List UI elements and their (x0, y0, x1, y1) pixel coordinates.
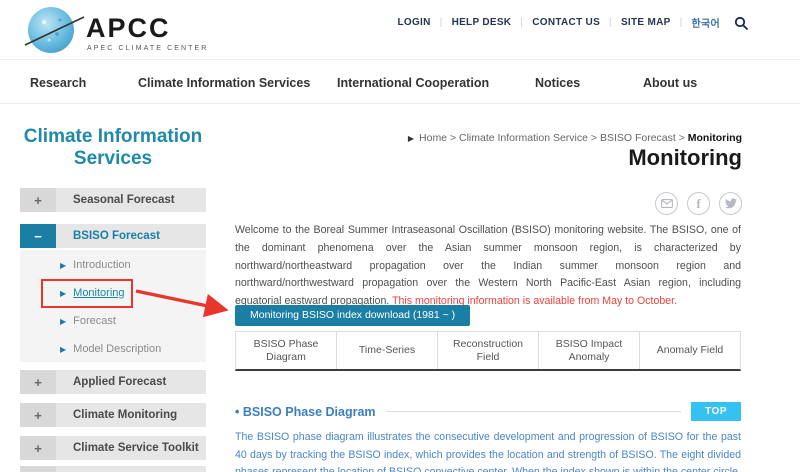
breadcrumb-bsiso-forecast[interactable]: BSISO Forecast (588, 132, 676, 144)
breadcrumb: ▶ Home Climate Information Service BSISO… (408, 132, 742, 144)
twitter-share-icon[interactable] (719, 192, 742, 215)
sidebar-item-label: Climate Monitoring (56, 403, 206, 427)
sidebar-item-climate-monitoring[interactable]: + Climate Monitoring (20, 403, 206, 427)
scroll-to-top-button[interactable]: TOP (691, 402, 741, 421)
breadcrumb-current: Monitoring (676, 132, 742, 144)
expand-icon[interactable]: + (20, 370, 56, 394)
nav-research[interactable]: Research (30, 76, 86, 90)
korean-language-link[interactable]: 한국어 (692, 15, 721, 30)
submenu-label: Forecast (73, 315, 116, 327)
svg-text:APCC: APCC (86, 13, 171, 43)
email-share-icon[interactable] (655, 192, 678, 215)
chevron-right-icon: ▶ (60, 289, 66, 298)
sidebar-item-label: Climate Service Toolkit (56, 436, 206, 460)
phase-diagram-section-header: BSISO Phase Diagram TOP (235, 402, 741, 421)
breadcrumb-home[interactable]: Home (419, 132, 447, 144)
collapse-icon[interactable]: − (20, 224, 56, 248)
top-bar: APCC APEC CLIMATE CENTER LOGIN | HELP DE… (0, 0, 800, 60)
search-icon[interactable] (734, 16, 748, 30)
svg-text:APEC CLIMATE CENTER: APEC CLIMATE CENTER (87, 45, 208, 52)
tab-anomaly-field[interactable]: Anomaly Field (639, 332, 740, 369)
globe-icon: APCC APEC CLIMATE CENTER (24, 4, 214, 56)
sidebar-item-climate-service-toolkit[interactable]: + Climate Service Toolkit (20, 436, 206, 460)
sidebar-item-label: Applied Forecast (56, 370, 206, 394)
apcc-logo[interactable]: APCC APEC CLIMATE CENTER (24, 4, 214, 56)
nav-international-cooperation[interactable]: International Cooperation (337, 76, 489, 90)
facebook-share-icon[interactable]: f (687, 192, 710, 215)
bsiso-forecast-submenu: ▶ Introduction ▶ Monitoring ▶ Forecast ▶… (20, 250, 206, 362)
divider: | (609, 17, 612, 28)
help-desk-link[interactable]: HELP DESK (452, 17, 512, 28)
monitoring-tabs: BSISO Phase Diagram Time-Series Reconstr… (235, 331, 741, 371)
site-map-link[interactable]: SITE MAP (621, 17, 671, 28)
breadcrumb-arrow-icon: ▶ (408, 134, 414, 143)
intro-paragraph: Welcome to the Boreal Summer Intraseason… (235, 222, 741, 311)
sidebar-item-partial (20, 466, 206, 472)
tab-time-series[interactable]: Time-Series (336, 332, 437, 369)
breadcrumb-climate-information-service[interactable]: Climate Information Service (447, 132, 588, 144)
sidebar-item-applied-forecast[interactable]: + Applied Forecast (20, 370, 206, 394)
chevron-right-icon: ▶ (60, 261, 66, 270)
login-link[interactable]: LOGIN (397, 17, 430, 28)
nav-notices[interactable]: Notices (535, 76, 580, 90)
divider (386, 411, 682, 412)
main-nav: Research Climate Information Services In… (0, 60, 800, 104)
chevron-right-icon: ▶ (60, 345, 66, 354)
sidebar-item-label: Seasonal Forecast (56, 188, 206, 212)
bsiso-index-download-button[interactable]: Monitoring BSISO index download (1981 ~ … (235, 305, 470, 326)
phase-diagram-heading: BSISO Phase Diagram (235, 405, 376, 419)
divider: | (440, 17, 443, 28)
contact-us-link[interactable]: CONTACT US (532, 17, 600, 28)
expand-icon[interactable]: + (20, 188, 56, 212)
submenu-monitoring[interactable]: ▶ Monitoring (60, 287, 125, 299)
submenu-forecast[interactable]: ▶ Forecast (60, 315, 116, 327)
chevron-right-icon: ▶ (60, 317, 66, 326)
divider: | (680, 17, 683, 28)
page-title: Monitoring (628, 145, 742, 171)
section-title: Climate Information Services (18, 126, 208, 170)
tab-bsiso-phase-diagram[interactable]: BSISO Phase Diagram (236, 332, 336, 369)
submenu-model-description[interactable]: ▶ Model Description (60, 343, 161, 355)
share-buttons: f (655, 192, 742, 215)
submenu-label: Model Description (73, 343, 161, 355)
expand-icon[interactable]: + (20, 403, 56, 427)
expand-icon[interactable]: + (20, 436, 56, 460)
nav-about-us[interactable]: About us (643, 76, 697, 90)
divider: | (520, 17, 523, 28)
tab-bsiso-impact-anomaly[interactable]: BSISO Impact Anomaly (538, 332, 639, 369)
sidebar-item-label: BSISO Forecast (56, 224, 206, 248)
phase-diagram-description: The BSISO phase diagram illustrates the … (235, 429, 741, 472)
sidebar-item-bsiso-forecast[interactable]: − BSISO Forecast (20, 224, 206, 248)
utility-nav: LOGIN | HELP DESK | CONTACT US | SITE MA… (397, 15, 748, 30)
nav-climate-information-services[interactable]: Climate Information Services (138, 76, 310, 90)
tab-reconstruction-field[interactable]: Reconstruction Field (437, 332, 538, 369)
submenu-label: Introduction (73, 259, 130, 271)
submenu-introduction[interactable]: ▶ Introduction (60, 259, 131, 271)
submenu-label: Monitoring (73, 287, 124, 299)
sidebar-item-seasonal-forecast[interactable]: + Seasonal Forecast (20, 188, 206, 212)
bsiso-monitoring-page: APCC APEC CLIMATE CENTER LOGIN | HELP DE… (0, 0, 800, 472)
